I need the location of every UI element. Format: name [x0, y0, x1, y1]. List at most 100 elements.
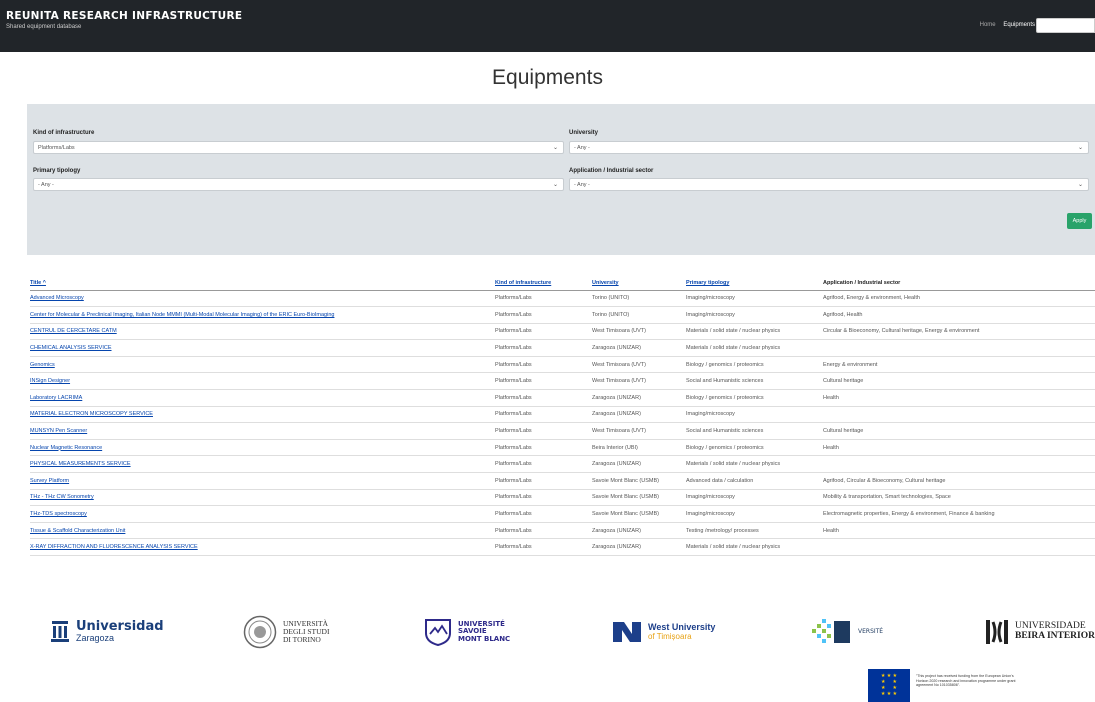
equipment-title-link[interactable]: Laboratory LACRIMA — [30, 389, 495, 407]
table-row: CHEMICAL ANALYSIS SERVICE Platforms/Labs Z… — [30, 339, 1095, 357]
column-header-primary[interactable]: Primary tipology — [686, 276, 823, 291]
logo-zaragoza-line1: Universidad — [76, 619, 164, 635]
primary-tipology-cell: Advanced data / calculation — [686, 472, 823, 490]
equipment-title-link[interactable]: Survey Platform — [30, 472, 495, 490]
column-header-kind[interactable]: Kind of infrastructure — [495, 276, 592, 291]
chevron-down-icon: ⌄ — [552, 182, 558, 188]
logo-torino-line3: DI TORINO — [283, 634, 321, 644]
university-cell: Beira Interior (UBI) — [592, 439, 686, 457]
logo-west-line2: of Timișoara — [648, 631, 692, 641]
filter-application-value: - Any - — [574, 182, 590, 188]
kind-cell: Platforms/Labs — [495, 455, 592, 474]
primary-tipology-cell: Imaging/microscopy — [686, 505, 823, 523]
eu-funding-notice: ★ ★ ★ ★ ★ ★ ★ ★ ★ ★ "This project has recei… — [868, 669, 1028, 702]
apply-button[interactable]: Apply — [1067, 213, 1092, 229]
equipment-title-link[interactable]: INSign Designer — [30, 372, 495, 391]
university-cell: West Timisoara (UVT) — [592, 372, 686, 391]
filter-university-select[interactable]: - Any - ⌄ — [569, 141, 1089, 154]
brand-title[interactable]: REUNITA RESEARCH INFRASTRUCTURE — [6, 10, 242, 22]
equipment-title-link[interactable]: Genomics — [30, 356, 495, 374]
application-cell: Electromagnetic properties, Energy & env… — [823, 505, 1095, 523]
table-row: CENTRUL DE CERCETARE CATM Platforms/Labs W… — [30, 323, 1095, 341]
kind-cell: Platforms/Labs — [495, 406, 592, 424]
logo-beira-line2: BEIRA INTERIOR — [1015, 631, 1095, 641]
equipment-title-link[interactable]: X-RAY DIFFRACTION AND FLUORESCENCE ANALY… — [30, 538, 495, 556]
equipment-title-link[interactable]: THz-TDS spectroscopy — [30, 505, 495, 523]
equipment-title-link[interactable]: CENTRUL DE CERCETARE CATM — [30, 323, 495, 341]
logo-savoie-line3: MONT BLANC — [458, 634, 511, 643]
university-cell: Zaragoza (UNIZAR) — [592, 538, 686, 556]
filter-kind-select[interactable]: Platforms/Labs ⌄ — [33, 141, 564, 154]
university-cell: Zaragoza (UNIZAR) — [592, 389, 686, 407]
pixel-mosaic-icon — [812, 619, 850, 643]
filter-application-group: Application / Industrial sector — [569, 168, 653, 174]
university-cell: Savoie Mont Blanc (USMB) — [592, 472, 686, 490]
equipment-title-link[interactable]: Center for Molecular & Preclinical Imagi… — [30, 306, 495, 324]
table-row: Tissue & Scaffold Characterization Unit P… — [30, 522, 1095, 540]
filter-primary-value: - Any - — [38, 182, 54, 188]
filter-application-label: Application / Industrial sector — [569, 168, 654, 174]
application-cell: Agrifood, Circular & Bioeconomy, Cultura… — [823, 472, 1095, 490]
filter-primary-group: Primary tipology — [33, 168, 80, 174]
savoie-shield-icon — [425, 619, 451, 647]
university-cell: Torino (UNITO) — [592, 290, 686, 308]
logo-fifth: VERSITÉ — [812, 612, 883, 652]
logo-west: West University of Timișoara — [612, 612, 715, 652]
table-row: Genomics Platforms/Labs West Timisoara (UV… — [30, 356, 1095, 374]
nav-home-link[interactable]: Home — [980, 22, 996, 28]
table-row: INSign Designer Platforms/Labs West Timiso… — [30, 372, 1095, 391]
torino-seal-icon — [243, 615, 277, 649]
equipment-title-link[interactable]: Nuclear Magnetic Resonance — [30, 439, 495, 457]
brand[interactable]: REUNITA RESEARCH INFRASTRUCTURE Shared e… — [6, 10, 242, 30]
logo-savoie: UNIVERSITÉ SAVOIE MONT BLANC — [424, 612, 510, 652]
equipment-title-link[interactable]: CHEMICAL ANALYSIS SERVICE — [30, 339, 495, 357]
column-header-university[interactable]: University — [592, 276, 686, 291]
table-row: Survey Platform Platforms/Labs Savoie Mont… — [30, 472, 1095, 490]
filter-primary-select[interactable]: - Any - ⌄ — [33, 178, 564, 191]
university-cell: West Timisoara (UVT) — [592, 422, 686, 440]
kind-cell: Platforms/Labs — [495, 522, 592, 540]
logo-zaragoza: Universidad Zaragoza — [50, 612, 164, 652]
kind-cell: Platforms/Labs — [495, 323, 592, 341]
equipment-title-link[interactable]: PHYSICAL MEASUREMENTS SERVICE — [30, 455, 495, 474]
filter-application-select[interactable]: - Any - ⌄ — [569, 178, 1089, 191]
equipment-title-link[interactable]: Tissue & Scaffold Characterization Unit — [30, 522, 495, 540]
chevron-down-icon: ⌄ — [552, 145, 558, 151]
application-cell — [823, 406, 1095, 424]
equipment-title-link[interactable]: MUNSYN Pen Scanner — [30, 422, 495, 440]
equipment-title-link[interactable]: Advanced Microscopy — [30, 290, 495, 308]
kind-cell: Platforms/Labs — [495, 538, 592, 556]
application-cell: Cultural heritage — [823, 422, 1095, 440]
column-header-application: Application / Industrial sector — [823, 276, 1095, 291]
equipment-title-link[interactable]: THz - THz CW Sonometry — [30, 489, 495, 507]
primary-tipology-cell: Social and Humanistic sciences — [686, 422, 823, 440]
primary-tipology-cell: Materials / solid state / nuclear physic… — [686, 538, 823, 556]
application-cell: Agrifood, Energy & environment, Health — [823, 290, 1095, 308]
kind-cell: Platforms/Labs — [495, 356, 592, 374]
kind-cell: Platforms/Labs — [495, 505, 592, 523]
university-cell: Zaragoza (UNIZAR) — [592, 522, 686, 540]
search-input[interactable] — [1036, 18, 1095, 33]
eu-funding-text: "This project has received funding from … — [916, 674, 1016, 687]
kind-cell: Platforms/Labs — [495, 372, 592, 391]
application-cell — [823, 455, 1095, 474]
filter-primary-label: Primary tipology — [33, 168, 81, 174]
table-row: Advanced Microscopy Platforms/Labs Torino … — [30, 290, 1095, 308]
nav-equipments-link[interactable]: Equipments — [1003, 22, 1035, 28]
top-navbar: REUNITA RESEARCH INFRASTRUCTURE Shared e… — [0, 0, 1095, 52]
brand-subtitle: Shared equipment database — [6, 24, 82, 30]
table-row: X-RAY DIFFRACTION AND FLUORESCENCE ANALY… — [30, 538, 1095, 556]
west-university-icon — [613, 622, 641, 642]
filter-kind-value: Platforms/Labs — [38, 145, 75, 151]
primary-tipology-cell: Imaging/microscopy — [686, 290, 823, 308]
kind-cell: Platforms/Labs — [495, 389, 592, 407]
table-row: Nuclear Magnetic Resonance Platforms/Labs… — [30, 439, 1095, 457]
filter-university-value: - Any - — [574, 145, 590, 151]
chevron-down-icon: ⌄ — [1077, 145, 1083, 151]
application-cell — [823, 538, 1095, 556]
table-row: Center for Molecular & Preclinical Imagi… — [30, 306, 1095, 324]
table-row: THz - THz CW Sonometry Platforms/Labs Savo… — [30, 489, 1095, 507]
equipment-title-link[interactable]: MATERIAL ELECTRON MICROSCOPY SERVICE — [30, 406, 495, 424]
application-cell: Energy & environment — [823, 356, 1095, 374]
column-header-title[interactable]: Title ^ — [30, 276, 495, 291]
